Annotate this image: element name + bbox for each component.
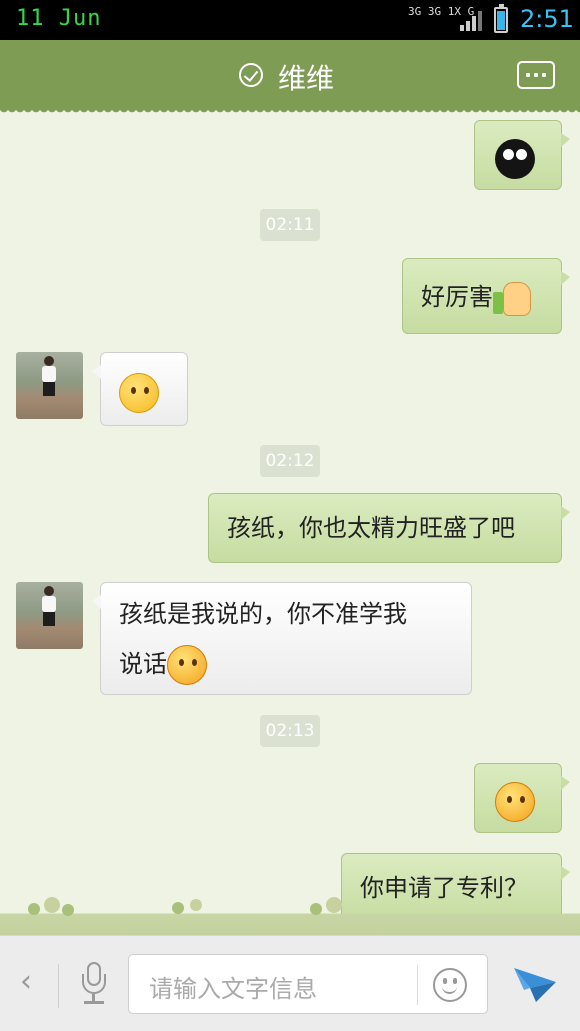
timestamp: 02:11: [260, 209, 320, 241]
more-dots-icon[interactable]: [517, 61, 555, 89]
input-placeholder: 请输入文字信息: [149, 975, 317, 1003]
message-incoming[interactable]: 孩纸是我说的，你不准学我 说话: [92, 582, 472, 695]
thumbs-up-icon: [493, 278, 533, 318]
message-text: 孩纸，你也太精力旺盛了吧: [227, 514, 515, 542]
nose-picking-face-icon: [495, 782, 535, 822]
chat-header: 维维: [0, 40, 580, 116]
microphone-icon[interactable]: [80, 962, 108, 1008]
message-outgoing[interactable]: [474, 120, 570, 190]
message-list[interactable]: 02:11 好厉害 02:12 孩纸，你也太精力旺盛了吧 孩纸是我说的，你不准学…: [0, 110, 580, 935]
message-input[interactable]: 请输入文字信息: [128, 954, 488, 1014]
angry-face-icon: [167, 645, 207, 685]
sad-face-icon: [119, 373, 159, 413]
check-circle-icon: [239, 63, 263, 87]
divider: [58, 964, 59, 1008]
message-text: 你申请了专利？: [360, 874, 528, 902]
message-incoming[interactable]: [92, 352, 188, 426]
chevron-left-icon[interactable]: ‹: [20, 964, 32, 999]
battery-icon: [494, 4, 508, 33]
message-outgoing[interactable]: 好厉害: [402, 258, 570, 334]
status-clock: 2:51: [520, 5, 574, 33]
message-outgoing[interactable]: 孩纸，你也太精力旺盛了吧: [208, 493, 570, 563]
message-text: 说话: [119, 650, 167, 678]
status-date: 11 Jun: [16, 6, 102, 31]
avatar[interactable]: [16, 352, 83, 419]
message-text: 好厉害: [421, 283, 493, 311]
status-bar: 11 Jun 3G 3G 1X G 2:51: [0, 0, 580, 40]
scenery-decoration: [0, 897, 580, 935]
black-crying-face-icon: [495, 139, 535, 179]
timestamp: 02:12: [260, 445, 320, 477]
input-bar: ‹ 请输入文字信息: [0, 935, 580, 1031]
smiley-icon[interactable]: [433, 968, 467, 1002]
contact-name[interactable]: 维维: [278, 57, 334, 97]
send-icon[interactable]: [512, 964, 558, 1004]
message-outgoing[interactable]: [474, 763, 570, 833]
avatar[interactable]: [16, 582, 83, 649]
message-text: 孩纸是我说的，你不准学我: [119, 600, 407, 628]
timestamp: 02:13: [260, 715, 320, 747]
divider: [417, 965, 418, 1005]
signal-icon: [460, 11, 482, 31]
